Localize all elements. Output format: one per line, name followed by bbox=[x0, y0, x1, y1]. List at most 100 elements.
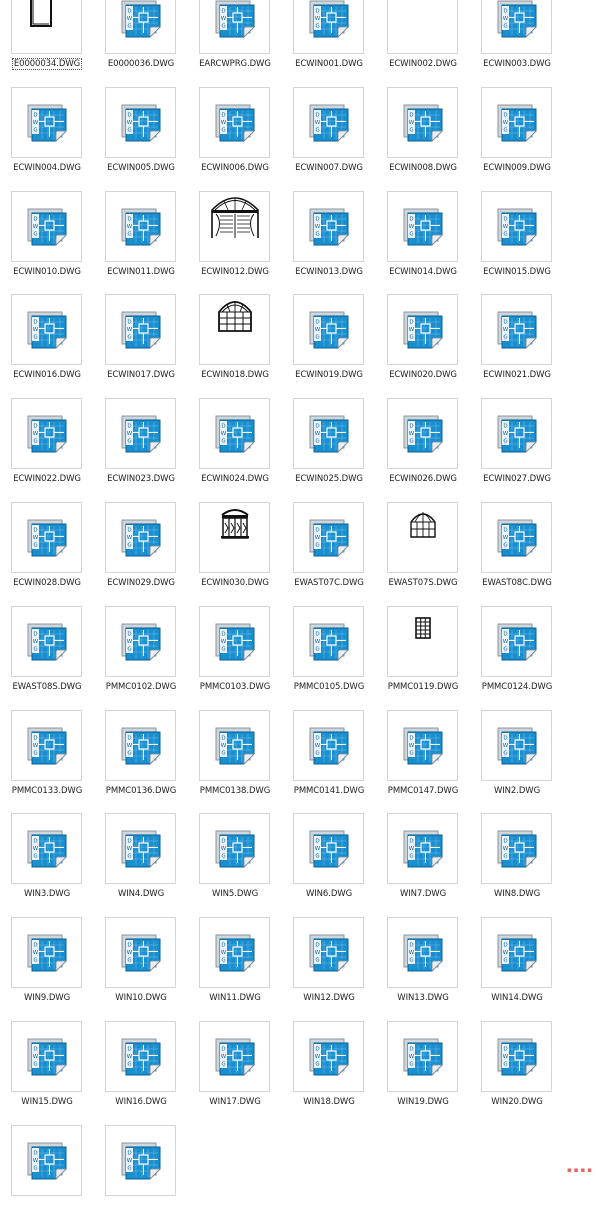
file-item[interactable]: D W G ECWIN024.DWG bbox=[188, 398, 282, 502]
file-item[interactable]: D W G PMMC0147.DWG bbox=[376, 710, 470, 814]
file-name-label[interactable]: ECWIN026.DWG bbox=[376, 474, 470, 484]
file-name-label[interactable]: WIN6.DWG bbox=[282, 889, 376, 899]
file-thumbnail[interactable]: D W G bbox=[293, 813, 364, 884]
file-item[interactable]: D W G PMMC0133.DWG bbox=[0, 710, 94, 814]
file-name-label[interactable]: WIN13.DWG bbox=[376, 993, 470, 1003]
file-thumbnail[interactable]: D W G bbox=[105, 1125, 176, 1196]
file-thumbnail[interactable]: D W G bbox=[481, 502, 552, 573]
file-thumbnail[interactable]: D W G bbox=[11, 917, 82, 988]
file-item[interactable]: D W G WIN13.DWG bbox=[376, 917, 470, 1021]
file-name-label[interactable]: ECWIN004.DWG bbox=[0, 163, 94, 173]
file-name-label[interactable]: WIN4.DWG bbox=[94, 889, 188, 899]
file-name-label[interactable]: ECWIN030.DWG bbox=[188, 578, 282, 588]
file-name-label[interactable]: ECWIN023.DWG bbox=[94, 474, 188, 484]
file-thumbnail[interactable] bbox=[387, 502, 458, 573]
file-name-label[interactable]: ECWIN011.DWG bbox=[94, 267, 188, 277]
file-name-label[interactable]: EWAST07C.DWG bbox=[282, 578, 376, 588]
file-name-label[interactable]: WIN12.DWG bbox=[282, 993, 376, 1003]
file-item[interactable]: D W G ECWIN017.DWG bbox=[94, 294, 188, 398]
file-item[interactable]: D W G WIN8.DWG bbox=[470, 813, 564, 917]
file-name-label[interactable]: EWAST08S.DWG bbox=[0, 682, 94, 692]
file-item[interactable]: D W G EARCWPRG.DWG bbox=[188, 0, 282, 87]
file-thumbnail[interactable]: D W G bbox=[387, 87, 458, 158]
file-item[interactable]: D W G ECWIN016.DWG bbox=[0, 294, 94, 398]
file-item[interactable]: D W G WIN20.DWG bbox=[470, 1021, 564, 1125]
file-name-label[interactable]: PMMC0124.DWG bbox=[470, 682, 564, 692]
file-name-label[interactable]: ECWIN018.DWG bbox=[188, 370, 282, 380]
file-name-label[interactable]: ECWIN008.DWG bbox=[376, 163, 470, 173]
file-name-label[interactable]: PMMC0102.DWG bbox=[94, 682, 188, 692]
file-item[interactable]: D W G ECWIN025.DWG bbox=[282, 398, 376, 502]
file-item[interactable]: D W G ECWIN020.DWG bbox=[376, 294, 470, 398]
file-name-label[interactable]: WIN9.DWG bbox=[0, 993, 94, 1003]
file-name-label[interactable]: WIN18.DWG bbox=[282, 1097, 376, 1107]
file-item[interactable]: D W G PMMC0138.DWG bbox=[188, 710, 282, 814]
file-thumbnail[interactable]: D W G bbox=[105, 398, 176, 469]
file-item[interactable]: D W G EWAST07C.DWG bbox=[282, 502, 376, 606]
file-item[interactable]: D W G ECWIN027.DWG bbox=[470, 398, 564, 502]
file-name-label[interactable]: ECWIN006.DWG bbox=[188, 163, 282, 173]
file-name-label[interactable]: ECWIN019.DWG bbox=[282, 370, 376, 380]
file-name-label[interactable]: ECWIN021.DWG bbox=[470, 370, 564, 380]
file-name-label[interactable]: ECWIN016.DWG bbox=[0, 370, 94, 380]
file-thumbnail[interactable]: D W G bbox=[105, 606, 176, 677]
file-name-label[interactable]: WIN7.DWG bbox=[376, 889, 470, 899]
file-name-label[interactable] bbox=[94, 1201, 188, 1211]
file-name-label[interactable]: ECWIN013.DWG bbox=[282, 267, 376, 277]
file-thumbnail[interactable]: D W G bbox=[105, 294, 176, 365]
file-name-label[interactable]: WIN16.DWG bbox=[94, 1097, 188, 1107]
file-item[interactable]: E0000034.DWG bbox=[0, 0, 94, 87]
file-name-label[interactable]: WIN5.DWG bbox=[188, 889, 282, 899]
file-thumbnail[interactable]: D W G bbox=[293, 1021, 364, 1092]
file-item[interactable]: D W G ECWIN007.DWG bbox=[282, 87, 376, 191]
file-thumbnail[interactable]: D W G bbox=[293, 398, 364, 469]
file-thumbnail[interactable]: D W G bbox=[481, 87, 552, 158]
file-name-label[interactable] bbox=[0, 1201, 94, 1211]
file-thumbnail[interactable]: D W G bbox=[199, 917, 270, 988]
file-thumbnail[interactable]: D W G bbox=[481, 398, 552, 469]
file-thumbnail[interactable]: D W G bbox=[199, 606, 270, 677]
file-name-label[interactable]: ECWIN028.DWG bbox=[0, 578, 94, 588]
file-thumbnail[interactable]: D W G bbox=[11, 502, 82, 573]
file-name-label[interactable]: ECWIN025.DWG bbox=[282, 474, 376, 484]
file-name-label[interactable]: ECWIN005.DWG bbox=[94, 163, 188, 173]
file-item[interactable]: D W G ECWIN014.DWG bbox=[376, 191, 470, 295]
file-thumbnail[interactable]: D W G bbox=[105, 1021, 176, 1092]
file-item[interactable]: D W G WIN7.DWG bbox=[376, 813, 470, 917]
file-item[interactable]: D W G WIN16.DWG bbox=[94, 1021, 188, 1125]
file-name-label[interactable]: WIN8.DWG bbox=[470, 889, 564, 899]
file-thumbnail[interactable]: D W G bbox=[11, 813, 82, 884]
file-item[interactable]: ECWIN002.DWG bbox=[376, 0, 470, 87]
file-name-label[interactable]: WIN2.DWG bbox=[470, 786, 564, 796]
file-thumbnail[interactable]: D W G bbox=[11, 191, 82, 262]
file-item[interactable]: D W G ECWIN008.DWG bbox=[376, 87, 470, 191]
file-item[interactable]: D W G PMMC0102.DWG bbox=[94, 606, 188, 710]
file-item[interactable]: D W G ECWIN029.DWG bbox=[94, 502, 188, 606]
file-name-label[interactable]: ECWIN010.DWG bbox=[0, 267, 94, 277]
file-item[interactable]: D W G WIN19.DWG bbox=[376, 1021, 470, 1125]
file-item[interactable]: D W G EWAST08S.DWG bbox=[0, 606, 94, 710]
file-name-label[interactable]: WIN14.DWG bbox=[470, 993, 564, 1003]
file-name-label[interactable]: PMMC0103.DWG bbox=[188, 682, 282, 692]
file-item[interactable]: D W G E0000036.DWG bbox=[94, 0, 188, 87]
file-thumbnail[interactable] bbox=[387, 0, 458, 54]
file-name-label[interactable]: ECWIN015.DWG bbox=[470, 267, 564, 277]
file-item[interactable]: D W G ECWIN001.DWG bbox=[282, 0, 376, 87]
file-item[interactable]: D W G PMMC0103.DWG bbox=[188, 606, 282, 710]
file-thumbnail[interactable] bbox=[199, 191, 270, 262]
file-item[interactable]: D W G PMMC0124.DWG bbox=[470, 606, 564, 710]
file-thumbnail[interactable]: D W G bbox=[481, 606, 552, 677]
file-thumbnail[interactable]: D W G bbox=[293, 191, 364, 262]
file-item[interactable]: D W G WIN12.DWG bbox=[282, 917, 376, 1021]
file-thumbnail[interactable]: D W G bbox=[199, 0, 270, 54]
file-thumbnail[interactable]: D W G bbox=[199, 710, 270, 781]
file-name-label[interactable]: PMMC0119.DWG bbox=[376, 682, 470, 692]
file-thumbnail[interactable]: D W G bbox=[293, 0, 364, 54]
file-item[interactable]: PMMC0119.DWG bbox=[376, 606, 470, 710]
file-thumbnail[interactable]: D W G bbox=[481, 917, 552, 988]
file-item[interactable]: D W G ECWIN019.DWG bbox=[282, 294, 376, 398]
file-thumbnail[interactable] bbox=[199, 294, 270, 365]
file-name-label[interactable]: ECWIN002.DWG bbox=[376, 59, 470, 69]
file-name-label[interactable]: WIN19.DWG bbox=[376, 1097, 470, 1107]
file-thumbnail[interactable]: D W G bbox=[481, 1021, 552, 1092]
